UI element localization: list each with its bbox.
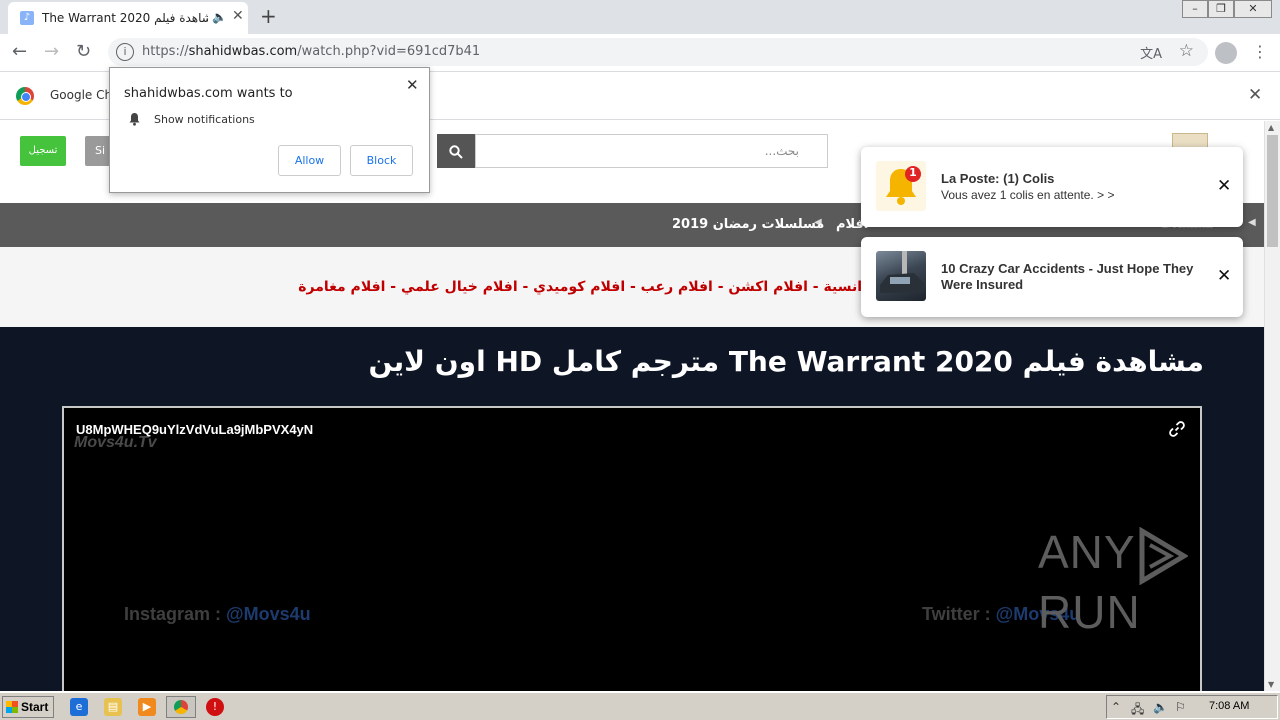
system-tray: ⌃ 🖧 🔈 ⚐ [1106, 695, 1278, 719]
notification-permission-dialog: shahidwbas.com wants to ✕ Show notificat… [109, 67, 430, 193]
chrome-taskbar-button[interactable] [166, 696, 196, 718]
minimize-button[interactable]: – [1182, 0, 1208, 18]
translate-icon[interactable]: 文A [1140, 43, 1162, 62]
genre-links[interactable]: انسية - افلام اكشن - افلام رعب - افلام ك… [298, 279, 862, 295]
reload-button[interactable]: ↻ [76, 42, 91, 62]
permission-title: shahidwbas.com wants to [124, 86, 293, 101]
nav-item-ramadan[interactable]: مسلسلات رمضان 2019 [672, 217, 824, 232]
speaker-icon[interactable]: 🔈 [212, 10, 227, 24]
infobar-close-icon[interactable]: ✕ [1248, 85, 1262, 105]
notification-close-icon[interactable]: ✕ [1217, 176, 1231, 196]
media-player-icon[interactable]: ▶ [138, 698, 156, 716]
search-icon [449, 144, 463, 159]
tray-expand-icon[interactable]: ⌃ [1111, 700, 1121, 714]
window-close-button[interactable]: ✕ [1234, 0, 1272, 18]
tab-title: The Warrant 2020 مشاهدة فيلم [42, 11, 208, 25]
push-notification[interactable]: 1 La Poste: (1) Colis Vous avez 1 colis … [861, 147, 1243, 227]
tab-close-icon[interactable]: ✕ [232, 8, 244, 24]
nav-arrow-icon: ◀ [1248, 217, 1256, 228]
scroll-thumb[interactable] [1267, 135, 1278, 247]
address-bar[interactable]: i https://shahidwbas.com/watch.php?vid=6… [108, 38, 1208, 66]
play-triangle-icon [1139, 526, 1188, 585]
windows-taskbar: Start e ▤ ▶ ! ⌃ 🖧 🔈 ⚐ 7:08 AM [0, 692, 1280, 720]
scroll-up-icon[interactable]: ▲ [1268, 123, 1274, 132]
start-button[interactable]: Start [2, 696, 54, 718]
link-icon[interactable] [1168, 420, 1186, 443]
bell-icon: 1 [876, 161, 926, 211]
notification-close-icon[interactable]: ✕ [1217, 266, 1231, 286]
instagram-credit: Instagram : @Movs4u [124, 604, 311, 624]
notification-title: 10 Crazy Car Accidents - Just Hope They … [941, 261, 1194, 292]
restore-button[interactable]: ❐ [1208, 0, 1234, 18]
menu-kebab-icon[interactable]: ⋮ [1252, 42, 1268, 61]
url-text[interactable]: https://shahidwbas.com/watch.php?vid=691… [142, 44, 480, 59]
profile-avatar[interactable] [1215, 42, 1237, 64]
anyrun-watermark: ANYRUN [1038, 525, 1264, 639]
tab-strip: ♪ The Warrant 2020 مشاهدة فيلم 🔈 ✕ + – ❐… [0, 0, 1280, 34]
video-player[interactable]: Movs4u.Tv U8MpWHEQ9uYlzVdVuLa9jMbPVX4yN … [62, 406, 1202, 691]
chrome-icon [174, 700, 188, 714]
notification-body: Vous avez 1 colis en attente. > > [941, 188, 1115, 202]
back-button[interactable]: ← [12, 42, 27, 62]
browser-tab[interactable]: ♪ The Warrant 2020 مشاهدة فيلم 🔈 ✕ [8, 2, 248, 34]
folder-icon[interactable]: ▤ [104, 698, 122, 716]
forward-button[interactable]: → [44, 42, 59, 62]
search-button[interactable] [437, 134, 475, 168]
allow-button[interactable]: Allow [278, 145, 341, 176]
notification-badge: 1 [909, 166, 917, 179]
infobar-message: Google Ch [50, 88, 113, 102]
taskbar-clock[interactable]: 7:08 AM [1209, 700, 1249, 712]
permission-label: Show notifications [154, 113, 255, 126]
site-info-icon[interactable]: i [116, 43, 134, 61]
block-button[interactable]: Block [350, 145, 413, 176]
search-input[interactable]: بحث... [475, 134, 828, 168]
new-tab-button[interactable]: + [260, 5, 277, 27]
music-note-icon: ♪ [20, 11, 34, 25]
dialog-close-icon[interactable]: ✕ [406, 76, 419, 94]
register-button[interactable]: تسجيل [20, 136, 66, 166]
volume-icon[interactable]: 🔈 [1153, 700, 1168, 714]
network-icon[interactable]: 🖧 [1131, 700, 1144, 720]
scroll-down-icon[interactable]: ▼ [1268, 680, 1274, 689]
video-id: U8MpWHEQ9uYlzVdVuLa9jMbPVX4yN [76, 422, 314, 437]
chrome-logo-icon [16, 87, 34, 105]
page-scrollbar[interactable]: ▲ ▼ [1264, 121, 1280, 691]
bookmark-star-icon[interactable]: ☆ [1179, 41, 1194, 61]
push-notification[interactable]: 10 Crazy Car Accidents - Just Hope They … [861, 237, 1243, 317]
internet-explorer-icon[interactable]: e [70, 698, 88, 716]
notification-title: La Poste: (1) Colis [941, 171, 1055, 186]
movie-title: مشاهدة فيلم The Warrant 2020 مترجم كامل … [368, 345, 1204, 378]
action-center-flag-icon[interactable]: ⚐ [1175, 700, 1186, 714]
bell-icon [128, 112, 141, 130]
security-alert-icon[interactable]: ! [206, 698, 224, 716]
car-crash-thumbnail [876, 251, 926, 301]
